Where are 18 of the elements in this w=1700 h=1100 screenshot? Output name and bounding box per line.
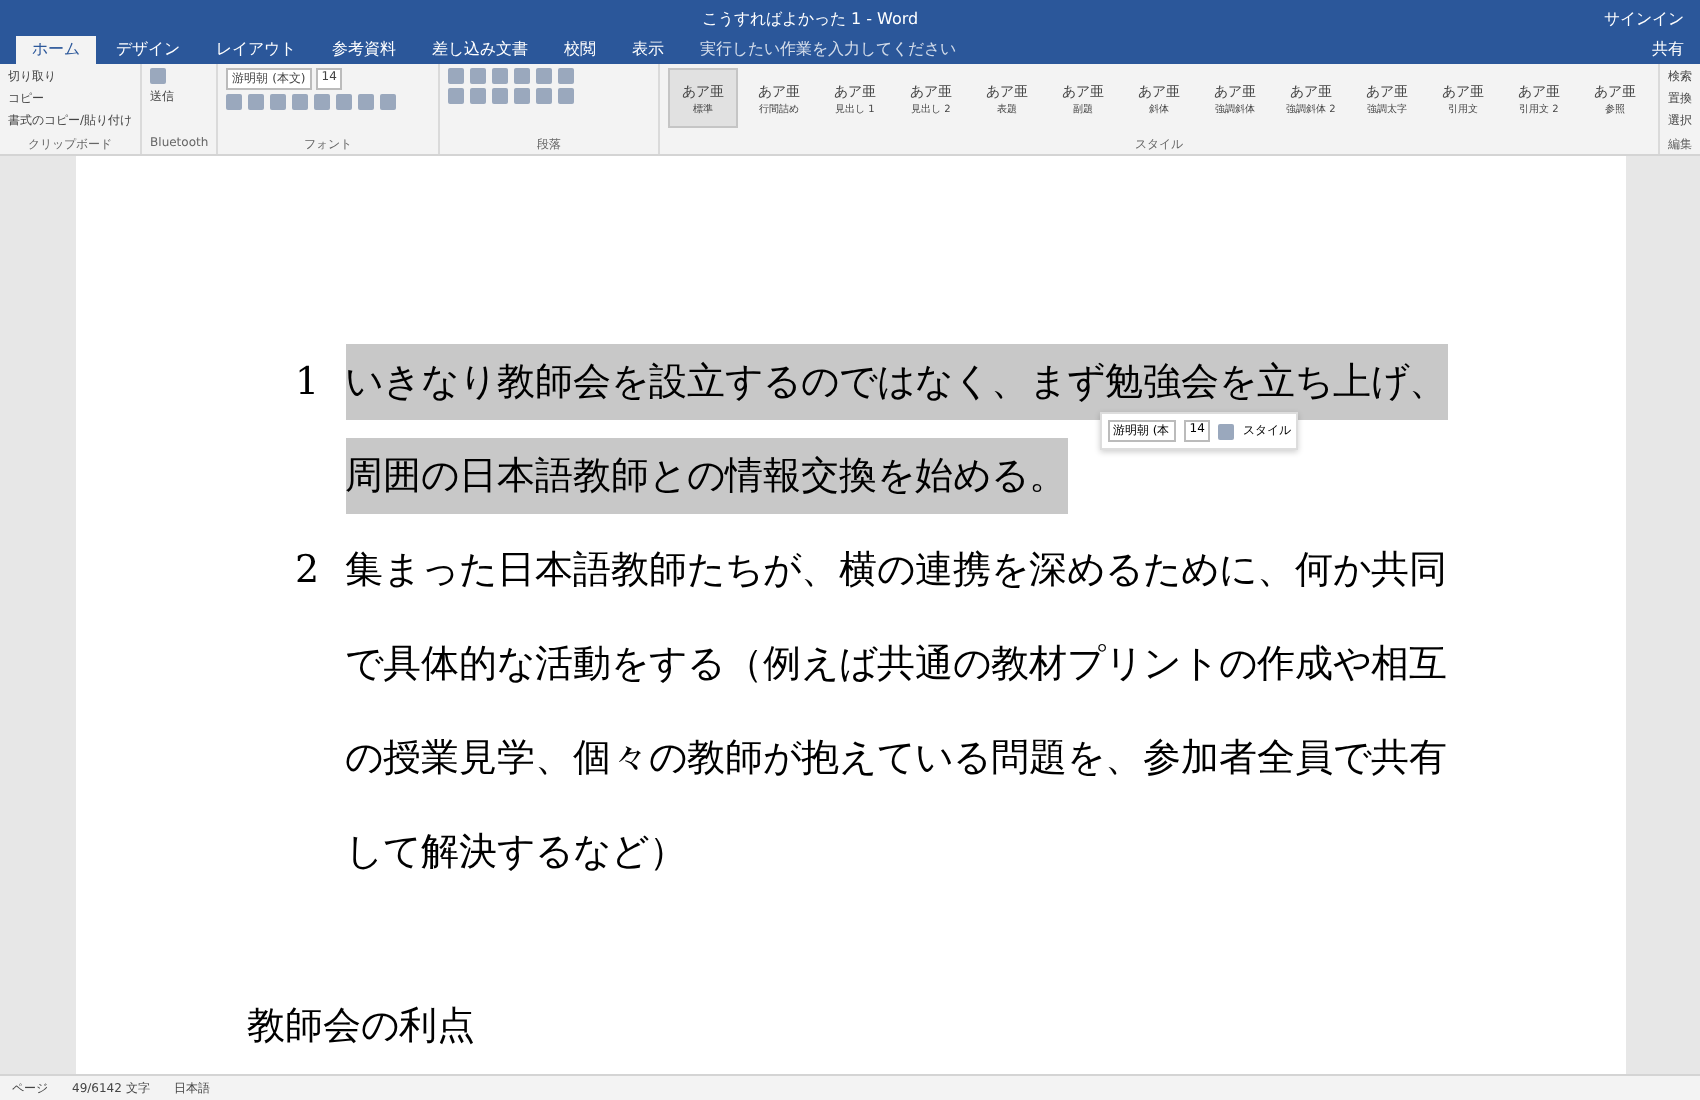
ribbon-tab[interactable]: デザイン (100, 36, 196, 64)
ribbon-tab[interactable]: ホーム (16, 36, 96, 64)
sign-in-link[interactable]: サインイン (1604, 7, 1685, 29)
list-number: 2 (295, 546, 322, 596)
paragraph-line: で具体的な活動をする（例えば共通の教材プリントの作成や相互 (345, 640, 1447, 690)
paragraph-line: して解決するなど） (345, 828, 687, 878)
tell-me-field[interactable]: 実行したい作業を入力してください (684, 36, 972, 64)
share-button[interactable]: 共有 (1636, 36, 1700, 64)
paragraph-line: 集まった日本語教師たちが、横の連携を深めるために、何か共同 (345, 546, 1447, 596)
window-title: こうすればよかった 1 - Word (701, 7, 919, 29)
ribbon-tab[interactable]: レイアウト (200, 36, 312, 64)
ribbon-tab[interactable]: 差し込み文書 (416, 36, 544, 64)
ribbon-tab[interactable]: 参考資料 (316, 36, 412, 64)
section-heading: 教師会の利点 (247, 1002, 477, 1052)
paragraph-line: の授業見学、個々の教師が抱えている問題を、参加者全員で共有 (345, 734, 1447, 784)
list-number: 1 (295, 358, 322, 408)
ribbon-tab[interactable]: 校閲 (548, 36, 612, 64)
ribbon-tab[interactable]: 表示 (616, 36, 680, 64)
